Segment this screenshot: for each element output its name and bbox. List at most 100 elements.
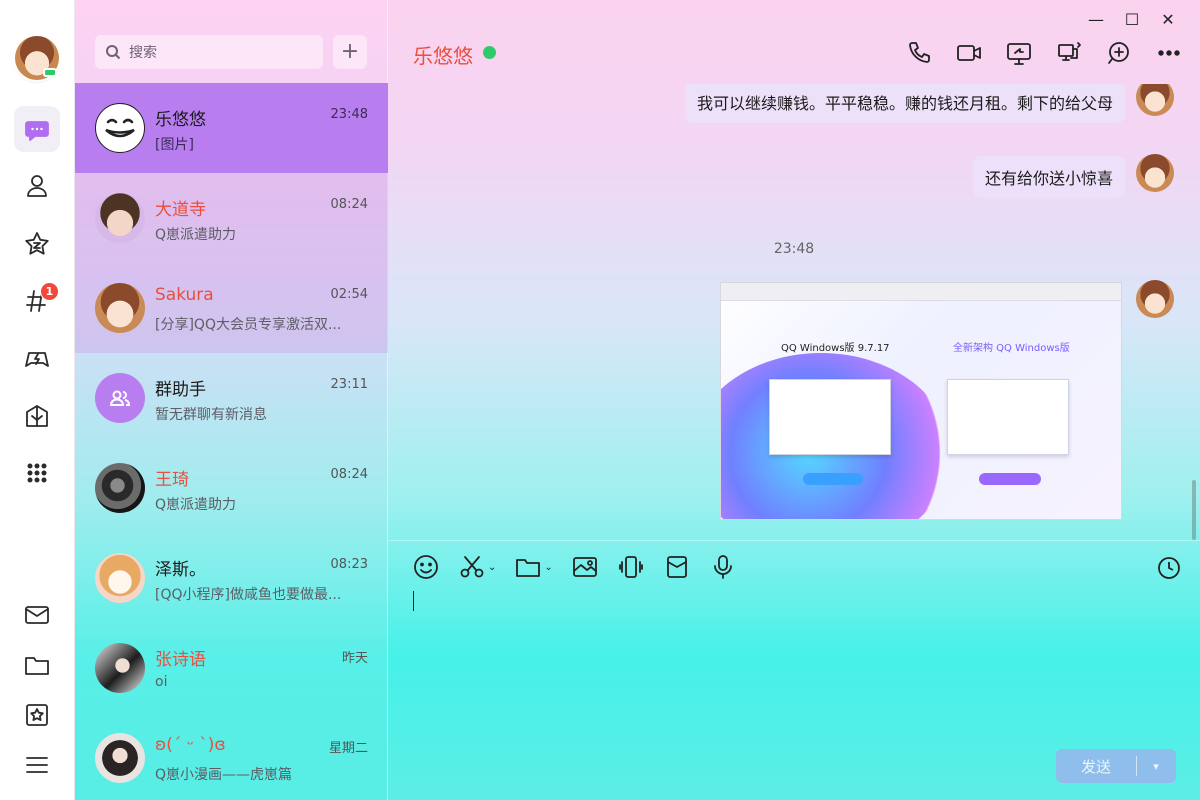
avatar [95,463,145,513]
more-options-button[interactable] [1148,38,1190,68]
hamburger-icon [26,757,48,773]
conversation-item[interactable]: Sakura 02:54 [分享]QQ大会员专享激活双... [75,263,388,353]
voice-call-button[interactable] [898,38,940,68]
conversation-name: ʚ(ˊ ᵕ ˋ)ɞ [155,735,226,755]
unread-badge: 1 [40,282,59,301]
scrollbar[interactable] [1192,480,1196,540]
chat-toolbar [898,38,1190,68]
image-message[interactable]: QQ Windows版 9.7.17 全新架构 QQ Windows版 [720,282,1122,520]
file-button[interactable]: ⌄ [514,553,553,581]
add-member-button[interactable] [1098,38,1140,68]
emoji-button[interactable] [412,553,440,581]
message-bubble[interactable]: 我可以继续赚钱。平平稳稳。赚的钱还月租。剩下的给父母 [684,84,1125,123]
rail-apps-button[interactable] [14,393,60,439]
message-area: 我可以继续赚钱。平平稳稳。赚的钱还月租。剩下的给父母 还有给你送小惊喜 23:4… [388,84,1200,540]
message-bubble[interactable]: 还有给你送小惊喜 [972,156,1125,198]
add-button[interactable]: + [333,35,367,69]
online-status-icon [43,68,57,77]
conversation-item[interactable]: 群助手 23:11 暂无群聊有新消息 [75,353,388,443]
conversation-item[interactable]: 张诗语 昨天 oi [75,623,388,713]
browser-bar [721,283,1121,301]
star-icon [25,232,49,255]
conversation-item[interactable]: ʚ(ˊ ᵕ ˋ)ɞ 星期二 Q崽小漫画——虎崽篇 [75,713,388,800]
avatar[interactable] [1136,154,1174,192]
conversation-preview: [分享]QQ大会员专享激活双... [155,317,342,333]
search-input[interactable]: 搜索 [95,35,323,69]
chevron-down-icon: ⌄ [544,561,553,573]
conversation-preview: 暂无群聊有新消息 [155,407,267,423]
avatar [95,373,145,423]
conversation-list: 搜索 + 乐悠悠 23:48 [图片] 大道寺 08:24 Q崽派遣助力 Sak… [75,0,388,800]
avatar [95,283,145,333]
message-timestamp: 23:48 [773,241,815,257]
screenshot-tool-button[interactable]: ⌄ [458,553,496,581]
composer: ⌄ ⌄ 发送 ▾ [388,540,1200,800]
mail-icon [25,606,49,624]
close-icon[interactable]: ✕ [1150,8,1186,30]
conversation-time: 08:23 [330,557,368,572]
group-icon [109,390,131,406]
folder-icon [25,657,49,675]
smile-face-icon [105,118,135,138]
chevron-down-icon[interactable]: ▾ [1137,760,1175,773]
conversation-item[interactable]: 大道寺 08:24 Q崽派遣助力 [75,173,388,263]
add-circle-icon [1108,42,1129,64]
screenshot-window [947,379,1069,455]
rail-more-apps-button[interactable] [14,450,60,496]
history-button[interactable] [1156,555,1182,585]
conversation-name: 乐悠悠 [155,110,206,130]
search-placeholder: 搜索 [129,45,157,61]
screenshot-button [979,473,1041,485]
conversation-preview: oi [155,674,168,690]
person-icon [27,175,47,197]
screenshot-title-left: QQ Windows版 9.7.17 [781,343,890,354]
rail-games-button[interactable] [14,336,60,382]
send-button[interactable]: 发送 ▾ [1056,749,1176,783]
conversation-item[interactable]: 王琦 08:24 Q崽派遣助力 [75,443,388,533]
conversation-name: Sakura [155,285,214,305]
conversation-time: 23:11 [330,377,368,392]
plus-icon: + [340,39,360,64]
window-controls: — ☐ ✕ [1078,8,1186,30]
conversation-time: 08:24 [330,467,368,482]
voice-message-button[interactable] [709,553,737,581]
screen-share-icon [1007,43,1031,65]
shake-button[interactable] [617,553,645,581]
message-input[interactable] [408,589,1178,729]
conversation-name: 群助手 [155,380,206,400]
rail-messages-button[interactable] [14,106,60,152]
rail-favorites-button[interactable] [14,221,60,267]
avatar [95,193,145,243]
screen-share-button[interactable] [998,38,1040,68]
remote-assist-button[interactable] [1048,38,1090,68]
conversation-name: 张诗语 [155,650,206,670]
minimize-icon[interactable]: — [1078,8,1114,30]
rail-menu-button[interactable] [14,742,60,788]
rail-collections-button[interactable] [14,692,60,738]
conversation-item[interactable]: 泽斯。 08:23 [QQ小程序]做咸鱼也要做最... [75,533,388,623]
image-button[interactable] [571,553,599,581]
folder-icon [516,559,541,577]
red-packet-button[interactable] [663,553,691,581]
avatar[interactable] [1136,280,1174,318]
video-camera-icon [957,45,981,61]
vibrate-icon [618,556,643,578]
rail-files-button[interactable] [14,642,60,688]
conversation-item[interactable]: 乐悠悠 23:48 [图片] [75,83,388,173]
maximize-icon[interactable]: ☐ [1114,8,1150,30]
avatar[interactable] [1136,84,1174,116]
conversation-time: 23:48 [330,107,368,122]
emoji-icon [414,555,438,579]
avatar [95,103,145,153]
screenshot-title-right: 全新架构 QQ Windows版 [953,343,1070,354]
online-status-icon [483,46,496,59]
gift-icon [26,405,48,427]
rail-contacts-button[interactable] [14,163,60,209]
gamepad-icon [25,352,49,367]
rail-mail-button[interactable] [14,592,60,638]
remote-desktop-icon [1058,42,1081,61]
conversation-preview: [图片] [155,137,194,153]
video-call-button[interactable] [948,38,990,68]
conversation-preview: Q崽小漫画——虎崽篇 [155,767,293,783]
chat-title: 乐悠悠 [413,44,473,68]
